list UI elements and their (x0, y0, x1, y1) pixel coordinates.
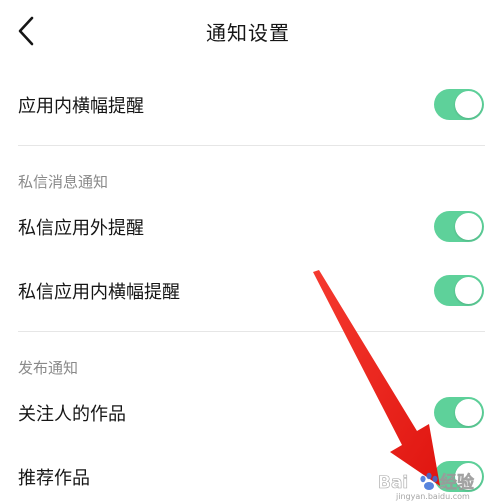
setting-row-dm-in-app-banner: 私信应用内横幅提醒 (0, 266, 496, 316)
setting-label: 私信应用外提醒 (18, 218, 144, 239)
toggle-knob (455, 463, 482, 490)
setting-row-recommended-works: 推荐作品 (0, 452, 496, 502)
toggle-knob (455, 91, 482, 118)
followed-works-toggle[interactable] (434, 397, 484, 428)
setting-label: 推荐作品 (18, 468, 90, 489)
setting-label: 应用内横幅提醒 (18, 96, 144, 117)
toggle-knob (455, 277, 482, 304)
divider (18, 331, 485, 332)
page-title: 通知设置 (206, 21, 290, 45)
setting-row-in-app-banner: 应用内横幅提醒 (0, 80, 496, 130)
recommended-works-toggle[interactable] (434, 461, 484, 492)
setting-row-dm-out-app: 私信应用外提醒 (0, 202, 496, 252)
notification-settings-screen: 通知设置 应用内横幅提醒 私信消息通知 私信应用外提醒 私信应用内横幅提醒 发布… (0, 0, 496, 504)
toggle-knob (455, 399, 482, 426)
divider (18, 145, 485, 146)
section-header-dm: 私信消息通知 (18, 173, 109, 191)
nav-header: 通知设置 (0, 0, 496, 64)
dm-out-app-toggle[interactable] (434, 211, 484, 242)
in-app-banner-toggle[interactable] (434, 89, 484, 120)
dm-in-app-banner-toggle[interactable] (434, 275, 484, 306)
setting-label: 关注人的作品 (18, 404, 126, 425)
toggle-knob (455, 213, 482, 240)
setting-label: 私信应用内横幅提醒 (18, 282, 180, 303)
setting-row-followed-works: 关注人的作品 (0, 388, 496, 438)
section-header-publish: 发布通知 (18, 359, 79, 377)
